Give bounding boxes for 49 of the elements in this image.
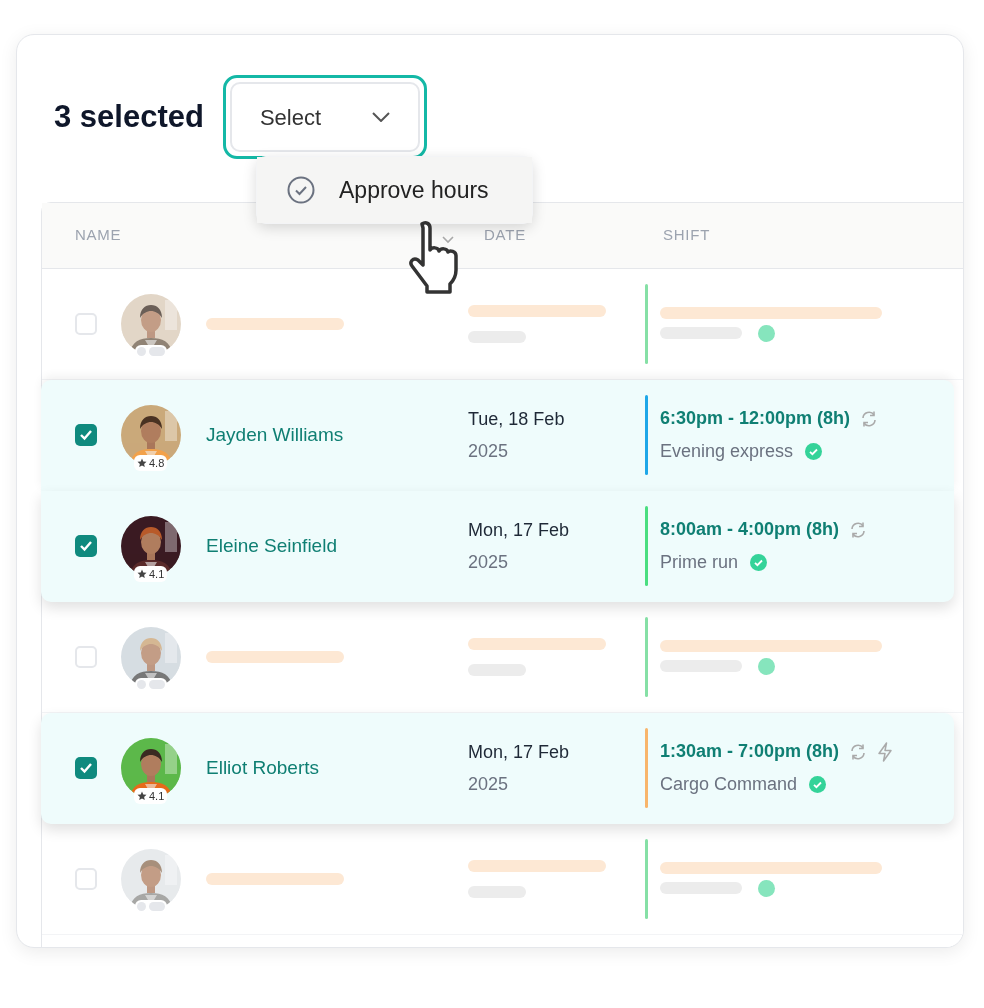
- star-icon: [137, 569, 147, 579]
- rating-badge: 4.1: [134, 566, 168, 582]
- chevron-down-icon: [371, 112, 390, 122]
- check-icon: [79, 762, 93, 774]
- menu-item[interactable]: Approve hours: [257, 157, 532, 223]
- rating-badge: 4.8: [134, 455, 168, 471]
- shift-name: Evening express: [660, 440, 794, 463]
- placeholder-dots: [135, 678, 167, 691]
- employee-name[interactable]: Jayden Williams: [206, 423, 344, 445]
- shift-name: Prime run: [660, 551, 739, 574]
- checkbox[interactable]: [75, 313, 97, 335]
- check-circle-icon: [287, 176, 315, 204]
- date-text: Tue, 18 Feb: [468, 407, 566, 431]
- repeat-icon: [849, 742, 868, 761]
- date-text: Mon, 17 Feb: [468, 740, 571, 764]
- checkbox[interactable]: [75, 757, 97, 779]
- year-text: 2025: [468, 550, 510, 574]
- selected-row[interactable]: 4.8 Jayden Williams Tue, 18 Feb 2025 6:30pm - 12:00pm (8h) Evening express: [41, 380, 954, 491]
- rating-badge: 4.1: [134, 788, 168, 804]
- check-icon: [79, 429, 93, 441]
- shift-time: 6:30pm - 12:00pm (8h): [660, 407, 851, 430]
- year-text: 2025: [468, 439, 510, 463]
- lightning-icon: [877, 741, 894, 762]
- sort-caret-icon[interactable]: [442, 235, 454, 244]
- check-icon: [79, 540, 93, 552]
- placeholder-dots: [135, 900, 167, 913]
- column-header: NAME: [75, 225, 122, 246]
- selection-count: 3 selected: [54, 97, 204, 136]
- shift-time: 1:30am - 7:00pm (8h): [660, 740, 840, 763]
- column-header: DATE: [484, 225, 526, 246]
- checkbox[interactable]: [75, 646, 97, 668]
- selected-row[interactable]: 4.1 Elliot Roberts Mon, 17 Feb 2025 1:30am - 7:00pm (8h) Cargo Command: [41, 713, 954, 824]
- checkbox[interactable]: [75, 535, 97, 557]
- shift-time: 8:00am - 4:00pm (8h): [660, 518, 840, 541]
- employee-name[interactable]: Elliot Roberts: [206, 756, 319, 778]
- employee-name[interactable]: Eleine Seinfield: [206, 534, 337, 556]
- repeat-icon: [860, 409, 879, 428]
- checkbox[interactable]: [75, 868, 97, 890]
- select-dropdown[interactable]: Select: [229, 82, 420, 152]
- selected-row[interactable]: 4.1 Eleine Seinfield Mon, 17 Feb 2025 8:00am - 4:00pm (8h) Prime run: [41, 491, 954, 602]
- column-header: SHIFT: [663, 225, 711, 246]
- year-text: 2025: [468, 772, 510, 796]
- repeat-icon: [849, 520, 868, 539]
- star-icon: [137, 458, 147, 468]
- star-icon: [137, 791, 147, 801]
- shift-name: Cargo Command: [660, 773, 798, 796]
- checkbox[interactable]: [75, 424, 97, 446]
- date-text: Mon, 17 Feb: [468, 518, 571, 542]
- placeholder-dots: [135, 345, 167, 358]
